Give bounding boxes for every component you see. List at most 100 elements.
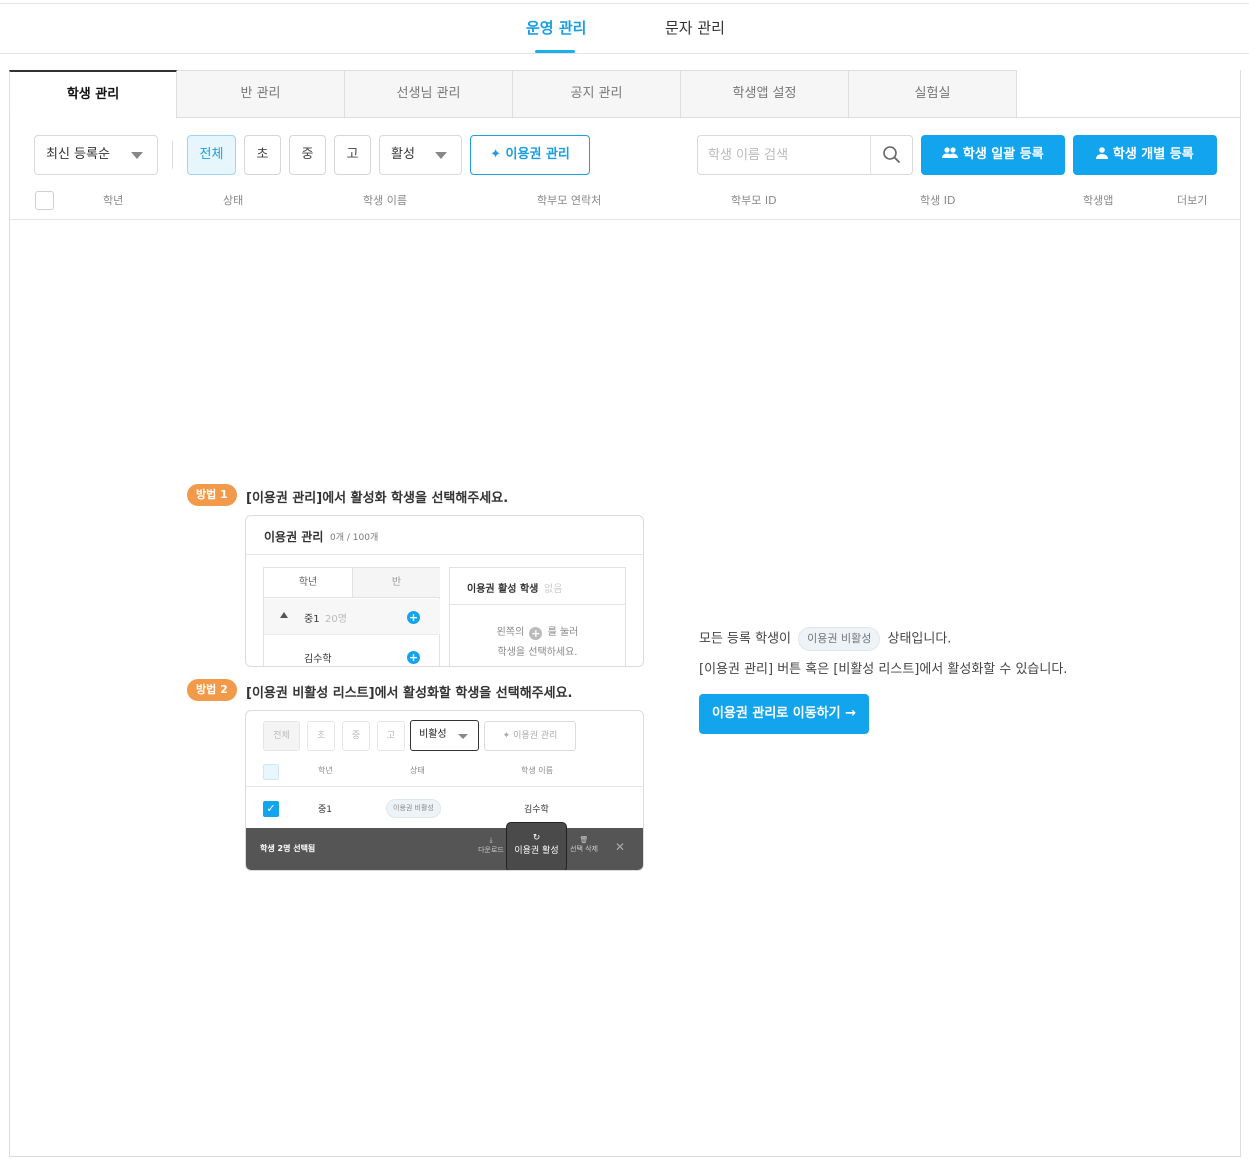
illus-license-title: 이용권 관리 <box>264 530 324 544</box>
tab-teacher-management[interactable]: 선생님 관리 <box>345 70 513 118</box>
illus-selection-bar: 학생 2명 선택됨 ⤓ 다운로드 ↻ 이용권 활성 🗑 선택 삭제 ✕ <box>246 822 643 870</box>
active-tab-indicator <box>535 50 575 53</box>
sort-select[interactable]: 최신 등록순 <box>34 135 158 175</box>
filter-high-button[interactable]: 고 <box>334 135 371 175</box>
filter-all-button[interactable]: 전체 <box>187 135 236 175</box>
illus-status-value: 비활성 <box>419 729 447 740</box>
illus-delete-action: 🗑 선택 삭제 <box>564 836 604 854</box>
illus-hint-line2: 학생을 선택하세요. <box>497 647 578 658</box>
tab-operation-management[interactable]: 운영 관리 <box>526 4 586 54</box>
illus-right-panel: 이용권 활성 학생 없음 왼쪽의 + 를 눌러 학생을 선택하세요. <box>449 567 626 666</box>
download-icon: ⤓ <box>489 836 493 844</box>
empty-state-line2: [이용권 관리] 버튼 혹은 [비활성 리스트]에서 활성화할 수 있습니다. <box>699 662 1068 677</box>
col-parent-id: 학부모 ID <box>731 194 777 207</box>
col-grade: 학년 <box>103 194 124 207</box>
col-status: 상태 <box>223 194 244 207</box>
step1-illustration: 이용권 관리 0개 / 100개 학년 반 중1 20명 + 김수학 + 이용권… <box>245 515 644 667</box>
student-search <box>697 135 913 175</box>
illus-status-select: 비활성 <box>410 720 479 751</box>
select-all-checkbox[interactable] <box>35 191 54 210</box>
refresh-icon: ↻ <box>532 833 541 843</box>
plus-icon: + <box>407 611 420 624</box>
step2-badge: 방법 2 <box>187 679 237 701</box>
single-register-button[interactable]: 학생 개별 등록 <box>1073 135 1217 175</box>
status-badge: 이용권 비활성 <box>798 627 881 651</box>
plus-icon: + <box>529 627 543 640</box>
single-register-label: 학생 개별 등록 <box>1112 147 1194 162</box>
illus-download-action: ⤓ 다운로드 <box>471 836 511 855</box>
empty-state-line1: 모든 등록 학생이 이용권 비활성 상태입니다. <box>699 627 951 651</box>
filter-middle-button[interactable]: 중 <box>289 135 326 175</box>
chevron-down-icon <box>435 152 447 159</box>
group-icon <box>942 147 959 158</box>
plus-icon: + <box>407 651 420 664</box>
status-select[interactable]: 활성 <box>379 135 462 175</box>
illus-filter-elementary: 초 <box>307 721 335 751</box>
divider <box>246 786 643 787</box>
illus-row-name: 김수학 <box>524 805 549 815</box>
illus-student-name: 김수학 <box>304 654 332 665</box>
illus-active-header: 이용권 활성 학생 없음 <box>450 568 625 605</box>
divider <box>246 554 643 555</box>
filter-elementary-button[interactable]: 초 <box>244 135 281 175</box>
chevron-up-icon <box>280 612 288 618</box>
illus-left-panel: 학년 반 중1 20명 + 김수학 + <box>263 567 440 666</box>
illus-hint-line1: 왼쪽의 + 를 눌러 <box>450 623 625 640</box>
illus-active-empty: 없음 <box>544 584 563 595</box>
step2-illustration: 전체 초 중 고 비활성 ✦ 이용권 관리 학년 상태 학생 이름 ✓ 중1 이… <box>245 710 644 871</box>
illus-license-button: ✦ 이용권 관리 <box>484 721 576 751</box>
search-icon <box>883 146 900 163</box>
illus-selection-text: 학생 2명 선택됨 <box>260 844 316 853</box>
illus-filter-all: 전체 <box>263 721 300 751</box>
empty-state-prefix: 모든 등록 학생이 <box>699 631 791 647</box>
sparkle-icon: ✦ <box>490 147 502 162</box>
tab-notice-management[interactable]: 공지 관리 <box>513 70 681 118</box>
checkmark-icon: ✓ <box>263 801 279 817</box>
top-nav: 운영 관리 문자 관리 <box>0 3 1249 54</box>
illus-group-count: 20명 <box>325 614 347 625</box>
illus-tab-class: 반 <box>352 568 440 598</box>
step1-badge: 방법 1 <box>187 484 237 506</box>
illus-active-title: 이용권 활성 학생 <box>467 584 539 595</box>
trash-icon: 🗑 <box>579 836 589 844</box>
tab-student-management[interactable]: 학생 관리 <box>9 70 177 118</box>
illus-filter-high: 고 <box>377 721 405 751</box>
tab-lab[interactable]: 실험실 <box>849 70 1017 118</box>
illus-col-grade: 학년 <box>318 766 333 775</box>
person-icon <box>1096 147 1109 159</box>
tab-student-app-settings[interactable]: 학생앱 설정 <box>681 70 849 118</box>
sort-select-value: 최신 등록순 <box>46 147 110 162</box>
illus-hint-suffix: 를 눌러 <box>547 627 579 638</box>
illus-license-label: 이용권 관리 <box>513 731 558 741</box>
license-management-button[interactable]: ✦ 이용권 관리 <box>470 135 590 175</box>
empty-state-suffix: 상태입니다. <box>887 631 952 647</box>
bulk-register-button[interactable]: 학생 일괄 등록 <box>921 135 1065 175</box>
illus-activate-label: 이용권 활성 <box>514 846 559 856</box>
student-search-input[interactable] <box>698 136 872 174</box>
illus-col-name: 학생 이름 <box>521 766 553 775</box>
toolbar-divider <box>172 141 173 169</box>
step1-title: [이용권 관리]에서 활성화 학생을 선택해주세요. <box>246 491 509 506</box>
step2-title: [이용권 비활성 리스트]에서 활성화할 학생을 선택해주세요. <box>246 686 573 701</box>
go-to-license-button[interactable]: 이용권 관리로 이동하기 → <box>699 694 869 734</box>
illus-delete-label: 선택 삭제 <box>570 845 598 853</box>
tab-divider <box>176 117 1241 118</box>
illus-row-grade: 중1 <box>318 805 333 815</box>
illus-col-status: 상태 <box>410 766 425 775</box>
illus-select-all-checkbox <box>263 764 279 780</box>
tab-class-management[interactable]: 반 관리 <box>177 70 345 118</box>
bulk-register-label: 학생 일괄 등록 <box>962 147 1044 162</box>
illus-download-label: 다운로드 <box>478 846 504 854</box>
tab-message-management[interactable]: 문자 관리 <box>665 4 725 54</box>
illus-filter-middle: 중 <box>342 721 370 751</box>
search-button[interactable] <box>870 136 912 174</box>
illus-group-row: 중1 20명 + <box>264 599 440 635</box>
chevron-down-icon <box>458 734 468 739</box>
col-student-app: 학생앱 <box>1083 194 1114 207</box>
status-select-value: 활성 <box>391 147 415 162</box>
license-management-label: 이용권 관리 <box>505 147 570 162</box>
col-student-id: 학생 ID <box>920 194 956 207</box>
illus-row-status: 이용권 비활성 <box>386 799 441 818</box>
close-icon: ✕ <box>615 840 626 854</box>
illus-activate-action: ↻ 이용권 활성 <box>506 822 567 870</box>
